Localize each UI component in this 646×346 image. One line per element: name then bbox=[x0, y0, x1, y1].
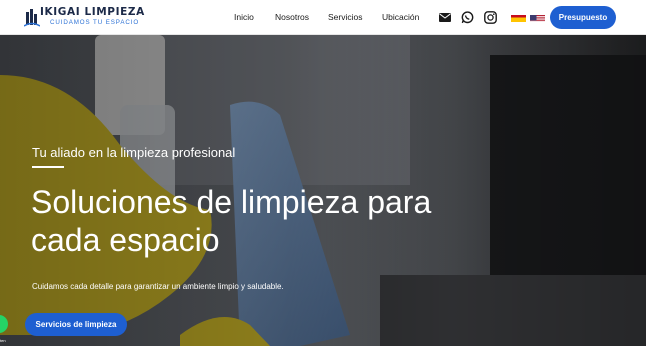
presupuesto-button[interactable]: Presupuesto bbox=[550, 6, 616, 29]
nav-item-servicios[interactable]: Servicios bbox=[328, 12, 362, 22]
flag-spain-icon[interactable] bbox=[511, 12, 526, 22]
whatsapp-icon[interactable] bbox=[460, 10, 475, 25]
instagram-icon[interactable] bbox=[483, 10, 498, 25]
building-logo-icon bbox=[24, 9, 40, 27]
nav-item-inicio[interactable]: Inicio bbox=[234, 12, 254, 22]
servicios-de-limpieza-button[interactable]: Servicios de limpieza bbox=[25, 313, 127, 336]
brand-tagline: CUIDAMOS TU ESPACIO bbox=[50, 19, 140, 26]
hero-title: Soluciones de limpieza para cada espacio bbox=[31, 184, 432, 258]
nav-item-nosotros[interactable]: Nosotros bbox=[275, 12, 309, 22]
brand-logo[interactable]: IKIGAI LIMPIEZA CUIDAMOS TU ESPACIO bbox=[24, 5, 144, 29]
nav-item-ubicacion[interactable]: Ubicación bbox=[382, 12, 419, 22]
hero-divider bbox=[32, 166, 64, 168]
mail-icon[interactable] bbox=[437, 10, 452, 25]
hero-eyebrow: Tu aliado en la limpieza profesional bbox=[32, 145, 236, 160]
hero-section: Tu aliado en la limpieza profesional Sol… bbox=[0, 35, 646, 346]
corner-text: ten bbox=[0, 338, 6, 343]
hero-description: Cuidamos cada detalle para garantizar un… bbox=[32, 282, 284, 291]
site-header: IKIGAI LIMPIEZA CUIDAMOS TU ESPACIO Inic… bbox=[0, 0, 646, 35]
brand-name: IKIGAI LIMPIEZA bbox=[40, 6, 145, 18]
flag-usa-icon[interactable] bbox=[530, 12, 545, 22]
